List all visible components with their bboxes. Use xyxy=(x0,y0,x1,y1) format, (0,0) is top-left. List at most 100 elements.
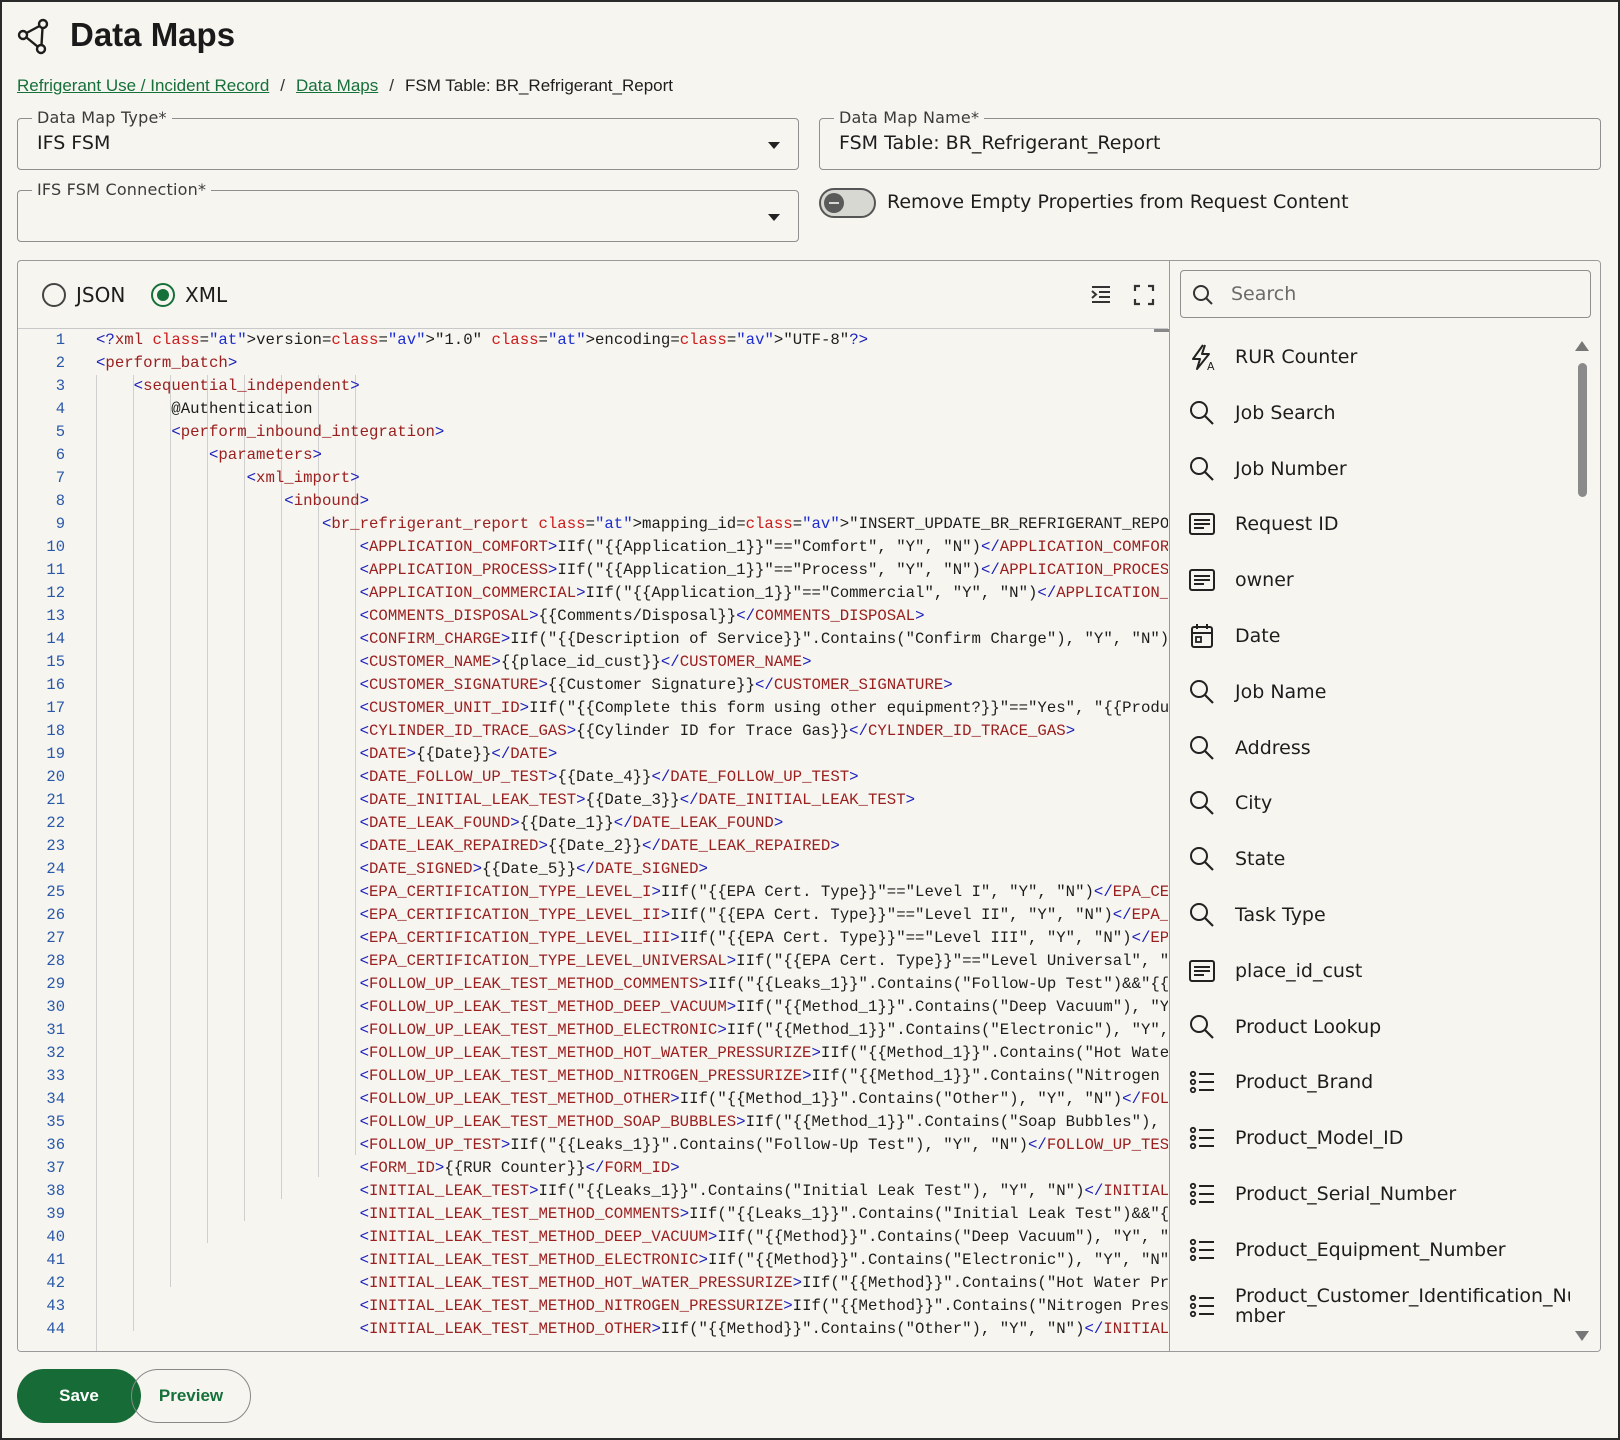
code-line[interactable]: <CUSTOMER_NAME>{{place_id_cust}}</CUSTOM… xyxy=(96,651,1168,674)
variable-label: owner xyxy=(1235,569,1294,592)
code-line[interactable]: <FOLLOW_UP_LEAK_TEST_METHOD_ELECTRONIC>I… xyxy=(96,1019,1168,1042)
code-line[interactable]: <DATE_LEAK_FOUND>{{Date_1}}</DATE_LEAK_F… xyxy=(96,812,1168,835)
code-line[interactable]: <INITIAL_LEAK_TEST_METHOD_NITROGEN_PRESS… xyxy=(96,1295,1168,1318)
line-number: 7 xyxy=(55,469,65,487)
code-line[interactable]: <xml_import> xyxy=(96,467,1168,490)
code-line[interactable]: <FOLLOW_UP_LEAK_TEST_METHOD_SOAP_BUBBLES… xyxy=(96,1111,1168,1134)
fullscreen-icon[interactable] xyxy=(1129,280,1159,310)
format-indent-icon[interactable] xyxy=(1086,280,1116,310)
variable-item[interactable]: Job Number xyxy=(1170,441,1570,497)
code-line[interactable]: <CUSTOMER_UNIT_ID>IIf("{{Complete this f… xyxy=(96,697,1168,720)
variable-item[interactable]: Job Search xyxy=(1170,385,1570,441)
scroll-down-icon[interactable] xyxy=(1575,1331,1589,1341)
chevron-down-icon[interactable] xyxy=(768,214,780,221)
code-line[interactable]: <perform_batch> xyxy=(96,352,1168,375)
code-line[interactable]: <FOLLOW_UP_LEAK_TEST_METHOD_NITROGEN_PRE… xyxy=(96,1065,1168,1088)
breadcrumb-link-data-maps[interactable]: Data Maps xyxy=(296,76,378,96)
search-icon xyxy=(1190,456,1214,481)
line-number: 17 xyxy=(46,699,65,717)
variable-item[interactable]: Product_Serial_Number xyxy=(1170,1166,1570,1222)
code-line[interactable]: <DATE_LEAK_REPAIRED>{{Date_2}}</DATE_LEA… xyxy=(96,835,1168,858)
code-line[interactable]: <CUSTOMER_SIGNATURE>{{Customer Signature… xyxy=(96,674,1168,697)
code-line[interactable]: <br_refrigerant_report class="at">mappin… xyxy=(96,513,1168,536)
scrollbar-thumb[interactable] xyxy=(1578,363,1587,497)
code-line[interactable]: <EPA_CERTIFICATION_TYPE_LEVEL_II>IIf("{{… xyxy=(96,904,1168,927)
code-line[interactable]: <parameters> xyxy=(96,444,1168,467)
code-line[interactable]: <EPA_CERTIFICATION_TYPE_LEVEL_I>IIf("{{E… xyxy=(96,881,1168,904)
breadcrumb-link-record[interactable]: Refrigerant Use / Incident Record xyxy=(17,76,269,96)
variable-label: Request ID xyxy=(1235,513,1339,536)
variable-item[interactable]: Product_Equipment_Number xyxy=(1170,1222,1570,1278)
code-line[interactable]: <EPA_CERTIFICATION_TYPE_LEVEL_III>IIf("{… xyxy=(96,927,1168,950)
variable-search[interactable] xyxy=(1180,270,1591,318)
search-icon xyxy=(1190,679,1214,704)
data-map-type-label: Data Map Type* xyxy=(32,108,172,127)
text-field-icon xyxy=(1189,513,1215,536)
code-line[interactable]: <FOLLOW_UP_TEST>IIf("{{Leaks_1}}".Contai… xyxy=(96,1134,1168,1157)
variable-list: A RUR Counter Job Search Job Number Request … xyxy=(1170,329,1570,1351)
variable-item[interactable]: place_id_cust xyxy=(1170,943,1570,999)
code-line[interactable]: <APPLICATION_COMFORT>IIf("{{Application_… xyxy=(96,536,1168,559)
line-number: 21 xyxy=(46,791,65,809)
code-editor[interactable]: 1 2 3 4 5 6 7 8 9 10 11 12 13 14 15 16 17 18 19 20 21 22 23 24 2… xyxy=(18,329,1168,1351)
code-line[interactable]: <DATE_SIGNED>{{Date_5}}</DATE_SIGNED> xyxy=(96,858,1168,881)
remove-empty-toggle[interactable] xyxy=(819,188,876,218)
code-scroll-marker[interactable] xyxy=(1154,329,1170,332)
variable-list-scrollbar[interactable] xyxy=(1575,341,1589,1341)
variable-item[interactable]: Request ID xyxy=(1170,496,1570,552)
variable-label: Product_Customer_Identification_Nu mber xyxy=(1235,1284,1570,1327)
code-line[interactable]: <INITIAL_LEAK_TEST_METHOD_HOT_WATER_PRES… xyxy=(96,1272,1168,1295)
code-line[interactable]: <INITIAL_LEAK_TEST_METHOD_OTHER>IIf("{{M… xyxy=(96,1318,1168,1341)
code-line[interactable]: <?xml class="at">version=class="av">"1.0… xyxy=(96,329,1168,352)
code-line[interactable]: <APPLICATION_PROCESS>IIf("{{Application_… xyxy=(96,559,1168,582)
code-line[interactable]: <DATE>{{Date}}</DATE> xyxy=(96,743,1168,766)
format-xml-radio[interactable]: XML xyxy=(151,283,227,307)
variable-item[interactable]: State xyxy=(1170,831,1570,887)
variable-item[interactable]: Product Lookup xyxy=(1170,999,1570,1055)
data-map-type-value: IFS FSM xyxy=(37,132,111,154)
code-line[interactable]: <INITIAL_LEAK_TEST_METHOD_DEEP_VACUUM>II… xyxy=(96,1226,1168,1249)
code-line[interactable]: <sequential_independent> xyxy=(96,375,1168,398)
code-content[interactable]: <?xml class="at">version=class="av">"1.0… xyxy=(96,329,1168,1341)
code-line[interactable]: <INITIAL_LEAK_TEST_METHOD_COMMENTS>IIf("… xyxy=(96,1203,1168,1226)
variable-item[interactable]: owner xyxy=(1170,552,1570,608)
code-line[interactable]: <FOLLOW_UP_LEAK_TEST_METHOD_COMMENTS>IIf… xyxy=(96,973,1168,996)
line-number: 3 xyxy=(55,377,65,395)
preview-button[interactable]: Preview xyxy=(131,1369,251,1423)
code-line[interactable]: @Authentication xyxy=(96,398,1168,421)
code-line[interactable]: <COMMENTS_DISPOSAL>{{Comments/Disposal}}… xyxy=(96,605,1168,628)
code-line[interactable]: <INITIAL_LEAK_TEST>IIf("{{Leaks_1}}".Con… xyxy=(96,1180,1168,1203)
variable-item[interactable]: Product_Customer_Identification_Nu mber xyxy=(1170,1278,1570,1334)
code-line[interactable]: <CYLINDER_ID_TRACE_GAS>{{Cylinder ID for… xyxy=(96,720,1168,743)
code-line[interactable]: <FOLLOW_UP_LEAK_TEST_METHOD_DEEP_VACUUM>… xyxy=(96,996,1168,1019)
variable-item[interactable]: A RUR Counter xyxy=(1170,329,1570,385)
variable-item[interactable]: Date xyxy=(1170,608,1570,664)
variable-item[interactable]: City xyxy=(1170,775,1570,831)
variable-item[interactable]: Task Type xyxy=(1170,887,1570,943)
code-line[interactable]: <FORM_ID>{{RUR Counter}}</FORM_ID> xyxy=(96,1157,1168,1180)
list-icon xyxy=(1189,1071,1214,1094)
code-line[interactable]: <inbound> xyxy=(96,490,1168,513)
connection-select[interactable]: IFS FSM Connection* xyxy=(17,180,799,242)
data-map-name-field[interactable]: Data Map Name* FSM Table: BR_Refrigerant… xyxy=(819,108,1601,170)
code-line[interactable]: <FOLLOW_UP_LEAK_TEST_METHOD_OTHER>IIf("{… xyxy=(96,1088,1168,1111)
variable-item[interactable]: Product_Brand xyxy=(1170,1054,1570,1110)
code-line[interactable]: <FOLLOW_UP_LEAK_TEST_METHOD_HOT_WATER_PR… xyxy=(96,1042,1168,1065)
code-line[interactable]: <perform_inbound_integration> xyxy=(96,421,1168,444)
code-line[interactable]: <DATE_FOLLOW_UP_TEST>{{Date_4}}</DATE_FO… xyxy=(96,766,1168,789)
format-json-radio[interactable]: JSON xyxy=(42,283,125,307)
variable-item[interactable]: Job Name xyxy=(1170,664,1570,720)
chevron-down-icon[interactable] xyxy=(768,142,780,149)
code-line[interactable]: <APPLICATION_COMMERCIAL>IIf("{{Applicati… xyxy=(96,582,1168,605)
scroll-up-icon[interactable] xyxy=(1575,341,1589,351)
code-line[interactable]: <CONFIRM_CHARGE>IIf("{{Description of Se… xyxy=(96,628,1168,651)
code-line[interactable]: <EPA_CERTIFICATION_TYPE_LEVEL_UNIVERSAL>… xyxy=(96,950,1168,973)
variable-item[interactable]: Product_Model_ID xyxy=(1170,1110,1570,1166)
svg-text:A: A xyxy=(1207,360,1215,372)
save-button[interactable]: Save xyxy=(17,1369,141,1423)
code-line[interactable]: <DATE_INITIAL_LEAK_TEST>{{Date_3}}</DATE… xyxy=(96,789,1168,812)
code-line[interactable]: <INITIAL_LEAK_TEST_METHOD_ELECTRONIC>IIf… xyxy=(96,1249,1168,1272)
search-input[interactable] xyxy=(1231,283,1551,305)
data-map-type-select[interactable]: Data Map Type* IFS FSM xyxy=(17,108,799,170)
variable-item[interactable]: Address xyxy=(1170,720,1570,776)
